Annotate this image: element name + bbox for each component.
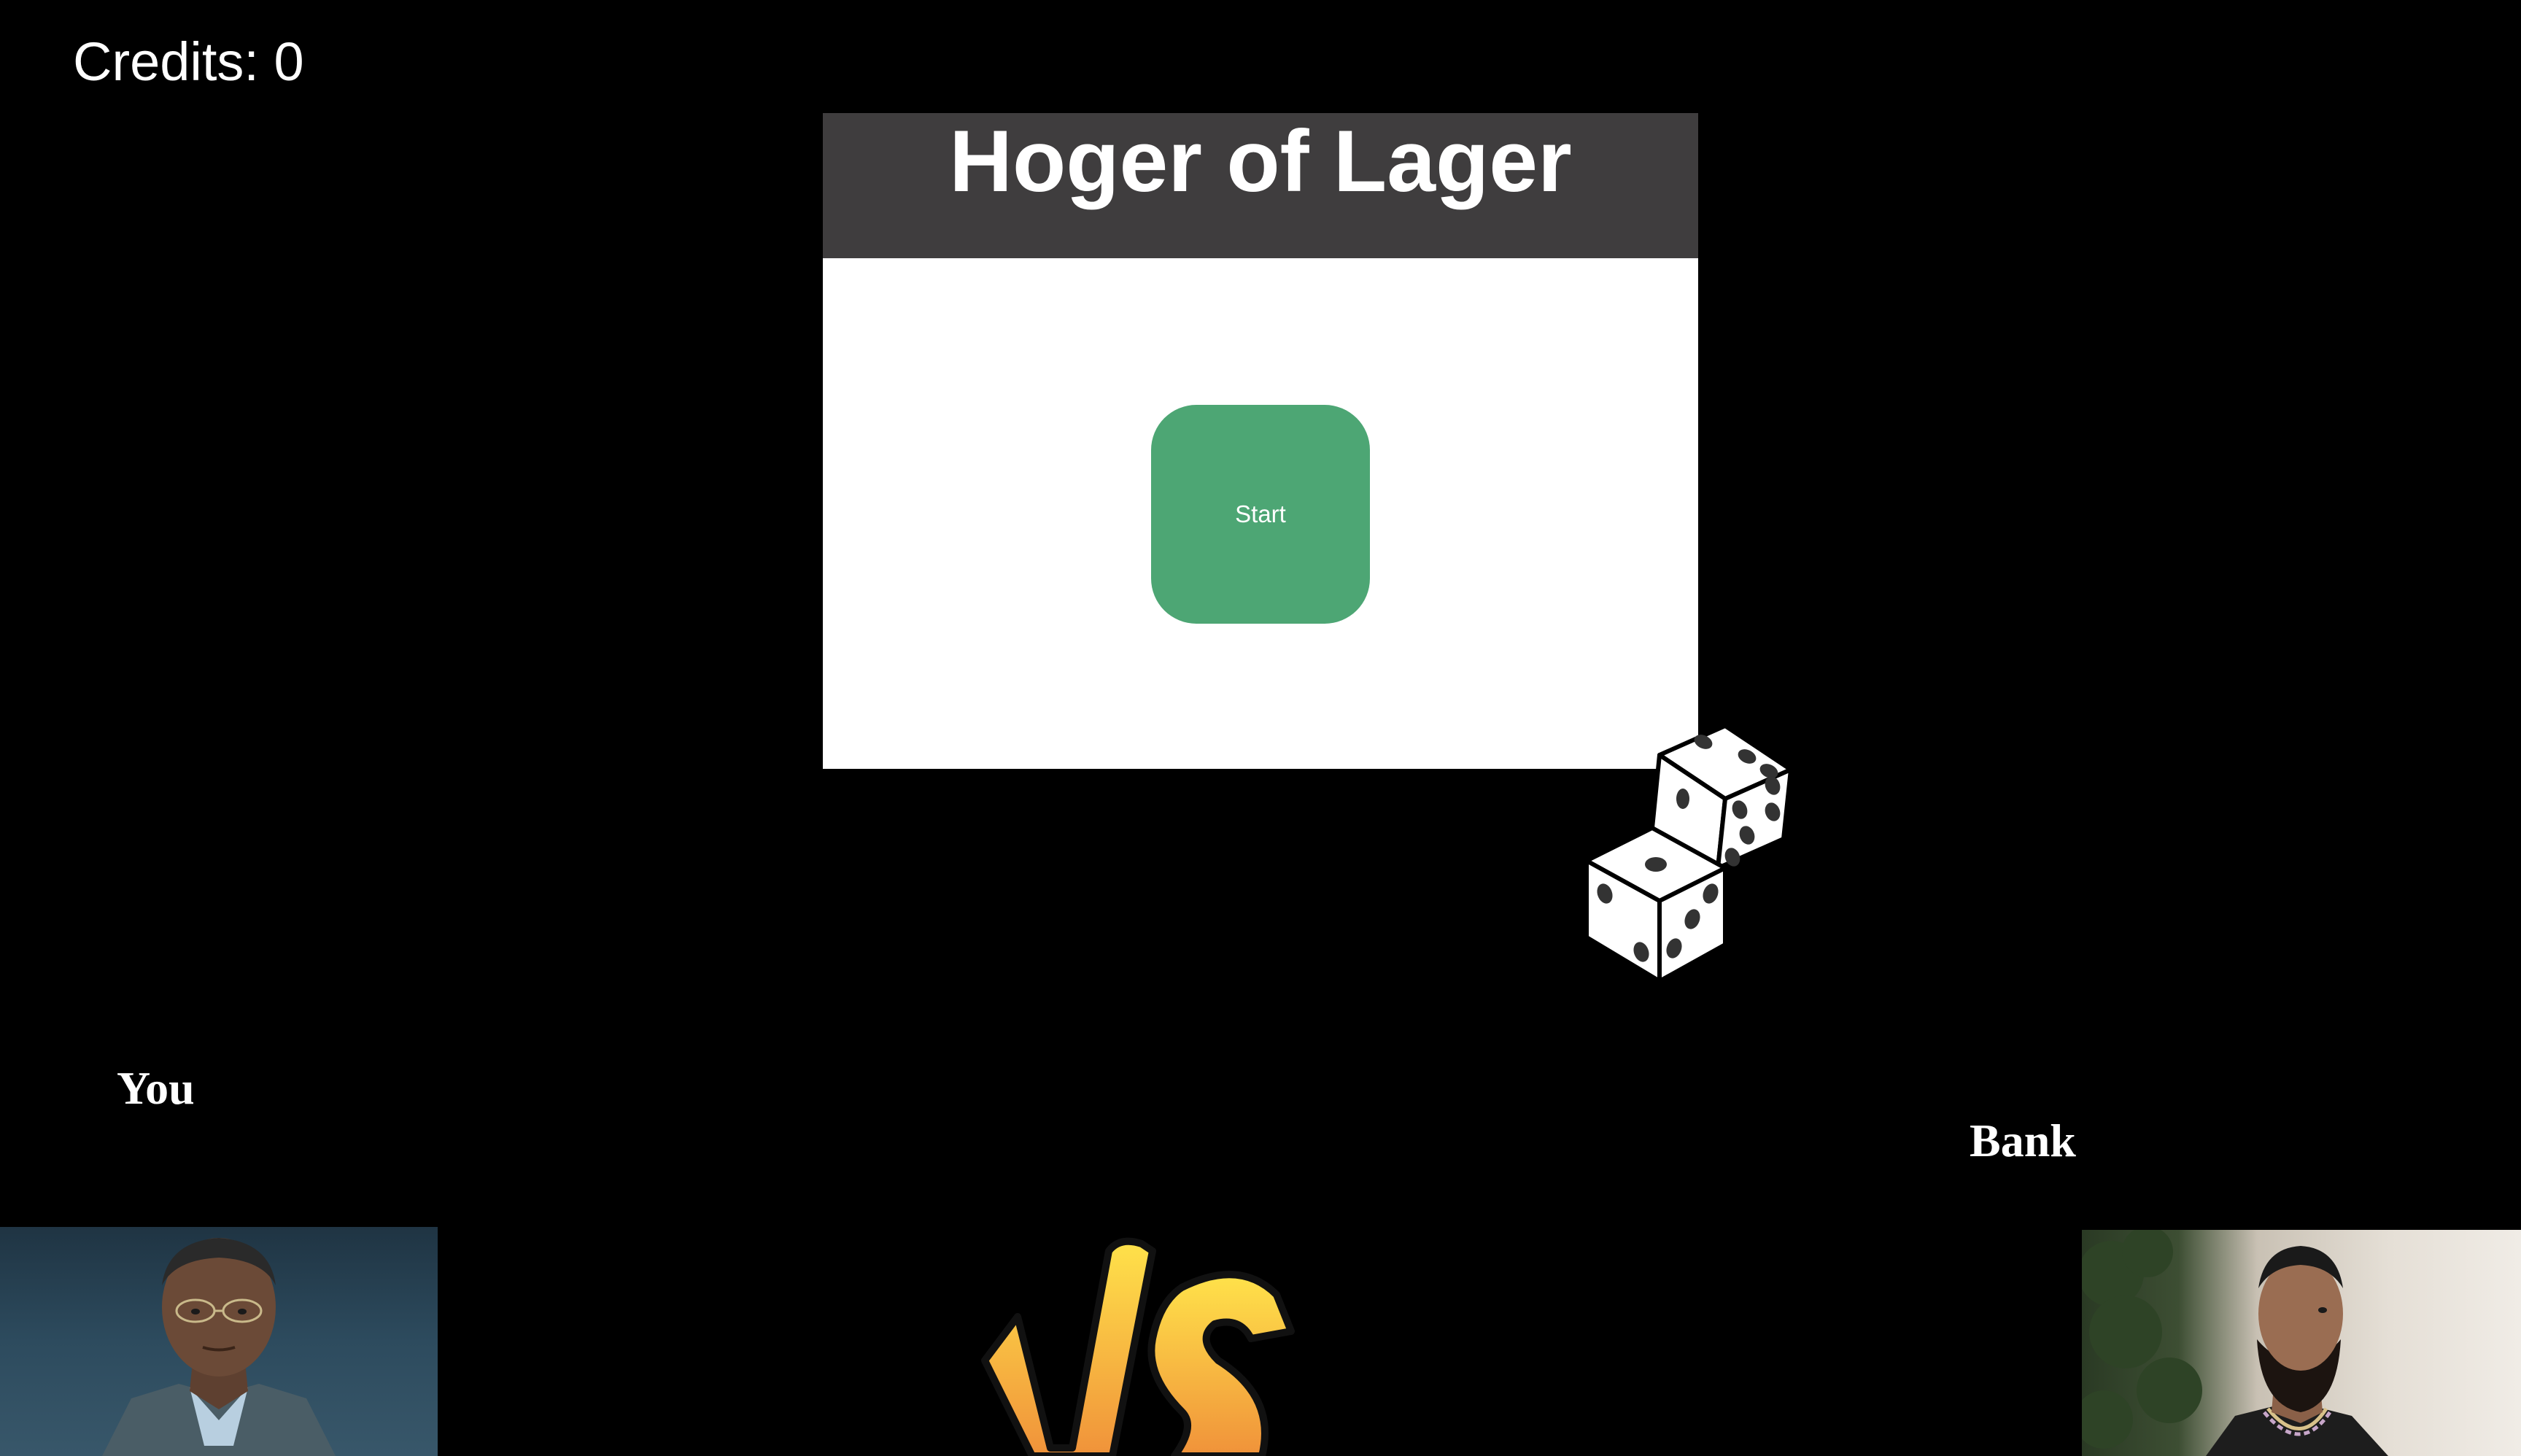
player-label-bank: Bank xyxy=(1970,1115,2076,1166)
avatar-you-portrait xyxy=(102,1238,336,1456)
start-button[interactable]: Start xyxy=(1151,405,1370,624)
avatar-bank-portrait xyxy=(2082,1230,2388,1456)
panel-header: Hoger of Lager xyxy=(823,113,1698,258)
game-panel: Hoger of Lager Start xyxy=(823,113,1698,769)
credits-display: Credits: 0 xyxy=(73,31,304,92)
avatar-you xyxy=(0,1227,438,1456)
player-label-you: You xyxy=(117,1062,195,1114)
vs-logo xyxy=(981,1237,1295,1456)
avatar-bank xyxy=(2082,1230,2521,1456)
dice-icon xyxy=(1584,724,1793,983)
game-title: Hoger of Lager xyxy=(949,112,1572,210)
